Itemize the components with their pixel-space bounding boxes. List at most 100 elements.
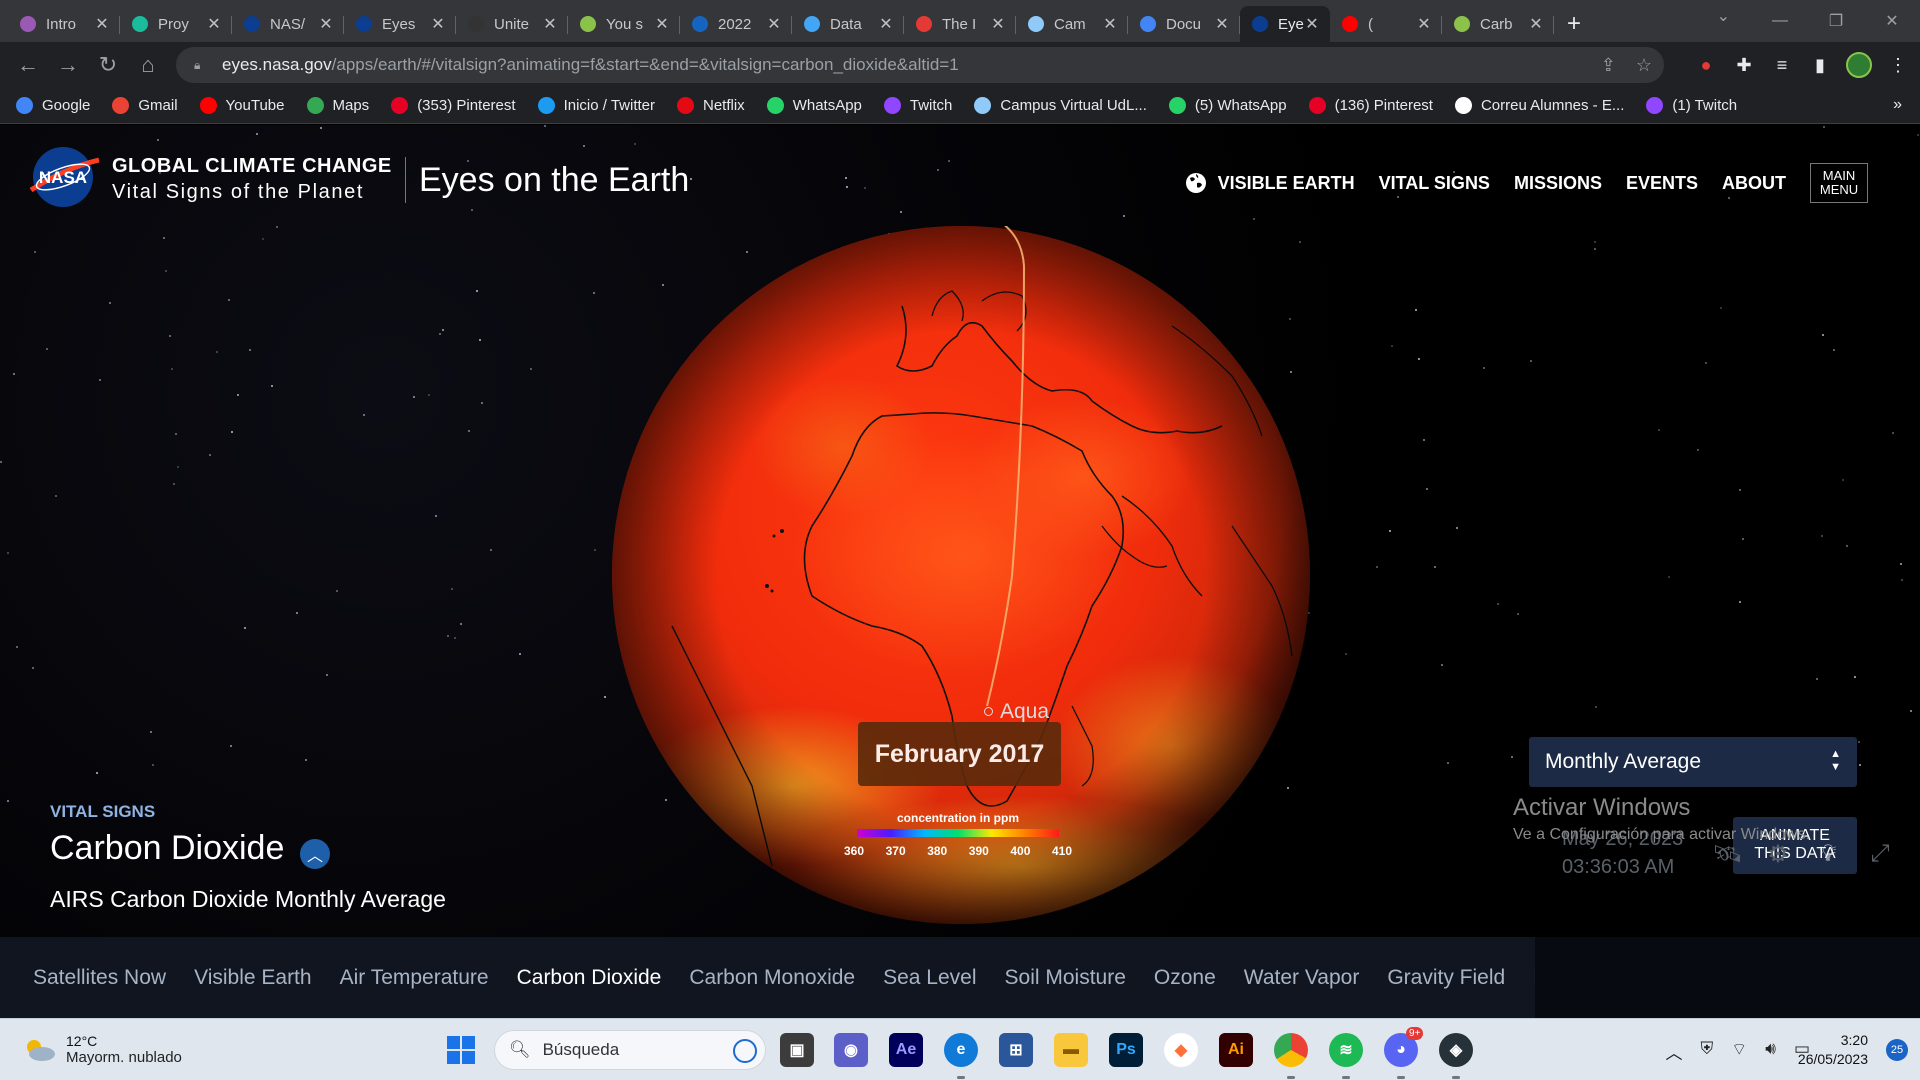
- vital-sign-tab[interactable]: Ozone: [1154, 966, 1216, 990]
- spotify-app-icon[interactable]: ≋: [1329, 1033, 1363, 1079]
- vital-sign-tab[interactable]: Carbon Monoxide: [689, 966, 855, 990]
- tab-close-icon[interactable]: ✕: [1214, 14, 1230, 34]
- home-icon[interactable]: ⌂: [128, 45, 168, 85]
- vital-sign-tab[interactable]: Water Vapor: [1244, 966, 1360, 990]
- tab-close-icon[interactable]: ✕: [654, 14, 670, 34]
- lock-icon[interactable]: 🔒︎: [194, 58, 208, 73]
- extension-icon[interactable]: ●: [1694, 55, 1718, 76]
- bookmark-item[interactable]: WhatsApp: [766, 97, 862, 114]
- fullscreen-icon[interactable]: ⤢: [1866, 840, 1894, 868]
- share-icon[interactable]: ⇪: [1601, 55, 1616, 76]
- bookmark-item[interactable]: YouTube: [199, 97, 285, 114]
- close-window-icon[interactable]: ✕: [1864, 0, 1920, 42]
- vital-sign-tab[interactable]: Visible Earth: [194, 966, 312, 990]
- nav-about[interactable]: ABOUT: [1722, 173, 1786, 194]
- main-menu-button[interactable]: MAIN MENU: [1810, 163, 1868, 203]
- bookmark-item[interactable]: Inicio / Twitter: [537, 97, 655, 114]
- chevron-up-tray-icon[interactable]: ︿: [1665, 1039, 1682, 1064]
- nav-events[interactable]: EVENTS: [1626, 173, 1698, 194]
- after-effects-app-icon[interactable]: Ae: [889, 1033, 923, 1067]
- back-icon[interactable]: ←: [8, 45, 48, 85]
- new-tab-button[interactable]: +: [1554, 6, 1594, 42]
- reload-icon[interactable]: ↻: [88, 45, 128, 85]
- bookmark-item[interactable]: Campus Virtual UdL...: [974, 97, 1147, 114]
- bookmarks-more-icon[interactable]: »: [1893, 96, 1902, 114]
- nav-vital-signs[interactable]: VITAL SIGNS: [1379, 173, 1490, 194]
- browser-tab[interactable]: Carb ✕: [1442, 6, 1554, 42]
- brave-app-icon[interactable]: ◆: [1164, 1033, 1198, 1067]
- extensions-puzzle-icon[interactable]: ✚: [1732, 55, 1756, 76]
- bookmark-item[interactable]: Correu Alumnes - E...: [1454, 97, 1624, 114]
- browser-tab[interactable]: Proy ✕: [120, 6, 232, 42]
- vital-sign-tab[interactable]: Soil Moisture: [1005, 966, 1126, 990]
- file-explorer-app-icon[interactable]: ▬: [1054, 1033, 1088, 1067]
- app-title[interactable]: Eyes on the Earth: [419, 161, 689, 200]
- browser-tab[interactable]: Eyes ✕: [1240, 6, 1330, 42]
- bookmark-item[interactable]: Twitch: [883, 97, 952, 114]
- tab-close-icon[interactable]: ✕: [766, 14, 782, 34]
- tab-close-icon[interactable]: ✕: [1416, 14, 1432, 34]
- bookmark-item[interactable]: (5) WhatsApp: [1168, 97, 1287, 114]
- restore-icon[interactable]: ❐: [1808, 0, 1864, 42]
- vital-sign-tab[interactable]: Sea Level: [883, 966, 976, 990]
- browser-tab[interactable]: Cam ✕: [1016, 6, 1128, 42]
- tab-close-icon[interactable]: ✕: [990, 14, 1006, 34]
- gear-icon[interactable]: ⚙: [1764, 840, 1792, 868]
- chevron-up-icon[interactable]: ︿: [300, 839, 330, 869]
- illustrator-app-icon[interactable]: Ai: [1219, 1033, 1253, 1067]
- browser-tab[interactable]: Docu ✕: [1128, 6, 1240, 42]
- browser-tab[interactable]: Eyes ✕: [344, 6, 456, 42]
- vital-sign-tab[interactable]: Gravity Field: [1387, 966, 1505, 990]
- average-select[interactable]: Monthly Average ▲ ▼: [1529, 737, 1857, 787]
- satellite-marker-icon[interactable]: [984, 707, 993, 716]
- browser-tab[interactable]: Intro ✕: [8, 6, 120, 42]
- tab-close-icon[interactable]: ✕: [206, 14, 222, 34]
- chrome-app-icon[interactable]: [1274, 1033, 1308, 1079]
- volume-icon[interactable]: 🔊︎: [1765, 1039, 1776, 1064]
- tab-close-icon[interactable]: ✕: [1528, 14, 1544, 34]
- tab-close-icon[interactable]: ✕: [318, 14, 334, 34]
- taskbar-search[interactable]: 🔍︎ Búsqueda: [494, 1030, 766, 1070]
- globe-icon[interactable]: [1184, 171, 1208, 195]
- bookmark-item[interactable]: (353) Pinterest: [391, 97, 516, 114]
- browser-tab[interactable]: Data ✕: [792, 6, 904, 42]
- nav-visible-earth[interactable]: VISIBLE EARTH: [1218, 173, 1355, 194]
- bookmark-item[interactable]: Google: [16, 97, 90, 114]
- bookmark-item[interactable]: Maps: [306, 97, 369, 114]
- brand-line-2[interactable]: Vital Signs of the Planet: [112, 181, 364, 204]
- tab-close-icon[interactable]: ✕: [878, 14, 894, 34]
- bookmark-item[interactable]: Gmail: [112, 97, 178, 114]
- kebab-menu-icon[interactable]: ⋮: [1886, 55, 1910, 76]
- vital-sign-tab[interactable]: Satellites Now: [33, 966, 166, 990]
- nasa-logo-icon[interactable]: NASA: [27, 146, 101, 208]
- bookmark-item[interactable]: Netflix: [677, 97, 745, 114]
- profile-avatar[interactable]: [1846, 52, 1872, 78]
- bookmark-item[interactable]: (136) Pinterest: [1308, 97, 1433, 114]
- browser-tab[interactable]: ( ✕: [1330, 6, 1442, 42]
- windows-start-icon[interactable]: [446, 1035, 476, 1065]
- satellite-label[interactable]: Aqua: [1000, 700, 1049, 724]
- notification-badge[interactable]: 25: [1886, 1039, 1908, 1061]
- bookmark-item[interactable]: (1) Twitch: [1646, 97, 1737, 114]
- browser-tab[interactable]: NAS/ ✕: [232, 6, 344, 42]
- minimize-icon[interactable]: —: [1752, 0, 1808, 42]
- nav-missions[interactable]: MISSIONS: [1514, 173, 1602, 194]
- taskbar-clock[interactable]: 3:20 26/05/2023: [1798, 1031, 1868, 1069]
- browser-tab[interactable]: You s ✕: [568, 6, 680, 42]
- tab-close-icon[interactable]: ✕: [94, 14, 110, 34]
- vital-sign-tab[interactable]: Carbon Dioxide: [517, 966, 662, 990]
- tab-close-icon[interactable]: ✕: [430, 14, 446, 34]
- store-app-icon[interactable]: ⊞: [999, 1033, 1033, 1067]
- browser-tab[interactable]: Unite ✕: [456, 6, 568, 42]
- file-viewer-app-icon[interactable]: ▣: [780, 1033, 814, 1067]
- brand-line-1[interactable]: GLOBAL CLIMATE CHANGE: [112, 155, 392, 178]
- forward-icon[interactable]: →: [48, 45, 88, 85]
- tab-close-icon[interactable]: ✕: [1102, 14, 1118, 34]
- teams-meet-app-icon[interactable]: ◉: [834, 1033, 868, 1067]
- browser-tab[interactable]: 2022 ✕: [680, 6, 792, 42]
- vital-sign-tab[interactable]: Air Temperature: [340, 966, 489, 990]
- defender-icon[interactable]: ⛨: [1700, 1039, 1713, 1064]
- bookmark-star-icon[interactable]: ☆: [1636, 55, 1652, 76]
- photoshop-app-icon[interactable]: Ps: [1109, 1033, 1143, 1067]
- satellite-icon[interactable]: 🛰︎: [1712, 840, 1742, 868]
